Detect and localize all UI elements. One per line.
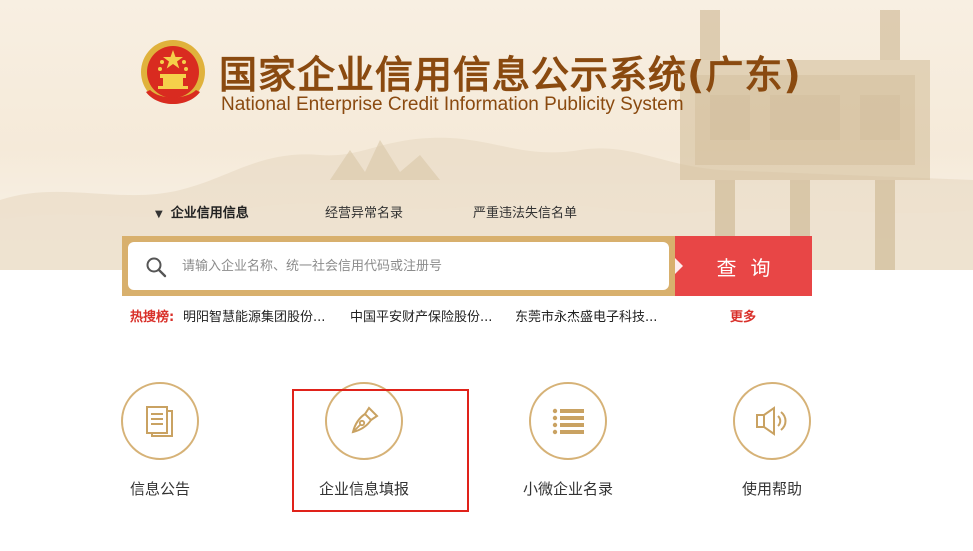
feature-icon-circle [325,382,403,460]
search-icon [146,257,167,278]
feature-label: 使用帮助 [741,480,802,498]
pen-nib-icon [351,406,379,434]
tab-label: 严重违法失信名单 [473,206,578,221]
search-button[interactable]: 查询 [675,236,812,296]
feature-small-business-list[interactable]: 小微企业名录 [508,380,628,510]
feature-info-announcement[interactable]: 信息公告 [100,380,220,510]
hot-search-item[interactable]: 东莞市永杰盛电子科技... [515,306,657,325]
feature-help[interactable]: 使用帮助 [712,380,832,510]
feature-label: 小微企业名录 [522,480,613,498]
list-icon [552,408,584,435]
tab-label: 企业信用信息 [170,206,249,221]
tab-label: 经营异常名录 [325,206,404,221]
feature-shortcuts: 信息公告 企业信息填报 小微企业名录 使用帮助 [0,380,973,551]
tab-enterprise-credit[interactable]: ▼ 企业信用信息 [155,202,249,221]
document-icon [146,406,173,437]
feature-icon-circle [529,382,607,460]
more-link[interactable]: 更多 [730,306,756,325]
hot-search-item[interactable]: 明阳智慧能源集团股份... [183,306,325,325]
search-input[interactable] [182,252,652,280]
feature-label: 企业信息填报 [318,480,409,498]
tab-abnormal-list[interactable]: 经营异常名录 [325,202,403,221]
speaker-icon [756,406,787,436]
feature-icon-circle [121,382,199,460]
hot-search-label: 热搜榜: [130,310,175,325]
tab-serious-violation-list[interactable]: 严重违法失信名单 [473,202,577,221]
national-emblem-icon [141,40,205,104]
caret-down-icon: ▼ [155,209,163,220]
feature-enterprise-report[interactable]: 企业信息填报 [304,380,424,510]
bronze-ding-illustration [680,10,930,270]
page-title: 国家企业信用信息公示系统(广东) [219,53,802,97]
feature-icon-circle [733,382,811,460]
hot-search-item[interactable]: 中国平安财产保险股份... [350,306,492,325]
feature-label: 信息公告 [129,480,190,498]
search-box [128,242,669,290]
page-subtitle: National Enterprise Credit Information P… [221,94,684,115]
header-banner: 国家企业信用信息公示系统(广东) National Enterprise Cre… [0,0,973,270]
search-bar: 查询 [122,236,812,296]
